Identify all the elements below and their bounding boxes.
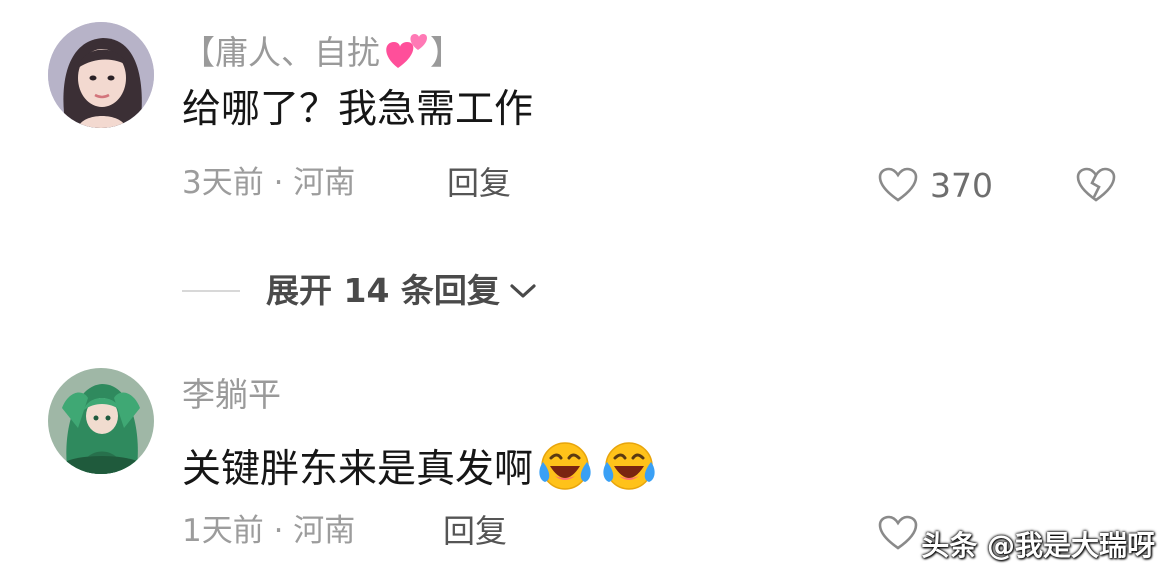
dislike-button[interactable] xyxy=(1076,167,1116,207)
heart-icon xyxy=(878,167,918,202)
comment-time-location: 1天前 · 河南 xyxy=(182,513,356,549)
comment-username[interactable]: 李躺平 xyxy=(182,378,281,411)
heart-icon xyxy=(878,515,918,550)
avatar[interactable] xyxy=(48,22,154,128)
comment-text: 给哪了？我急需工作 xyxy=(182,87,534,132)
anime-figure-avatar-icon xyxy=(48,368,154,474)
reply-button[interactable]: 回复 xyxy=(447,167,511,199)
laughing-crying-emoji-icon xyxy=(603,442,655,490)
comment-time-location: 3天前 · 河南 xyxy=(182,165,356,201)
comment-text: 关键胖东来是真发啊 xyxy=(182,440,657,492)
avatar[interactable] xyxy=(48,368,154,474)
like-button[interactable]: 370 xyxy=(878,167,993,203)
expand-replies-button[interactable]: 展开 14 条回复 xyxy=(182,274,538,307)
expand-replies-label: 展开 14 条回复 xyxy=(266,271,500,310)
watermark: 头条 @我是大瑞呀 xyxy=(921,529,1155,562)
broken-heart-icon xyxy=(1076,167,1116,202)
like-count: 370 xyxy=(930,165,993,205)
two-hearts-icon xyxy=(386,34,428,68)
divider xyxy=(182,289,240,292)
reply-button[interactable]: 回复 xyxy=(443,515,507,547)
comment-username[interactable]: 【庸人、自扰 】 xyxy=(182,28,463,70)
woman-avatar-icon xyxy=(48,22,154,128)
chevron-down-icon xyxy=(510,283,536,298)
laughing-crying-emoji-icon xyxy=(539,442,591,490)
